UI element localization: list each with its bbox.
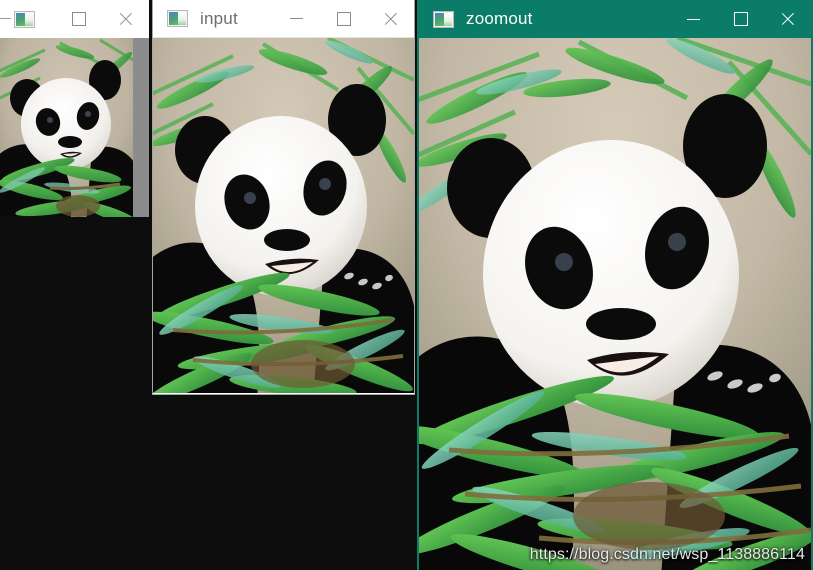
watermark-url: https://blog.csdn.net/wsp_1138886114 [529, 546, 805, 563]
image-canvas-thumbnail [0, 38, 149, 217]
maximize-icon [71, 12, 86, 26]
titlebar-thumbnail[interactable] [0, 0, 149, 38]
minimize-icon [290, 18, 303, 19]
image-canvas-input [153, 38, 414, 393]
close-button[interactable] [102, 0, 149, 38]
titlebar-zoomout[interactable]: zoomout [419, 0, 811, 38]
close-button[interactable] [764, 0, 811, 38]
image-canvas-zoomout: https://blog.csdn.net/wsp_1138886114 [419, 38, 811, 570]
panda-photo-small [0, 38, 149, 217]
maximize-icon [733, 12, 748, 26]
window-zoomout[interactable]: zoomout https://blog.csdn.net/wsp_113888… [417, 0, 813, 570]
close-button[interactable] [367, 0, 414, 37]
maximize-icon [336, 11, 351, 26]
close-icon [780, 11, 796, 27]
titlebar-buttons-input [273, 0, 414, 37]
titlebar-input[interactable]: input [153, 0, 414, 38]
minimize-button[interactable] [670, 0, 717, 38]
panda-photo-medium [153, 38, 414, 393]
window-title-zoomout: zoomout [466, 9, 533, 28]
minimize-button[interactable] [273, 0, 320, 37]
maximize-button[interactable] [320, 0, 367, 37]
window-title-input: input [200, 8, 238, 28]
window-input[interactable]: input [152, 0, 415, 395]
minimize-icon [687, 18, 700, 20]
image-app-icon [167, 10, 188, 27]
panda-photo-large [419, 38, 811, 570]
clipped-title-line [0, 18, 11, 19]
close-icon [383, 11, 399, 27]
maximize-button[interactable] [55, 0, 102, 38]
image-app-icon [14, 10, 35, 28]
maximize-button[interactable] [717, 0, 764, 38]
close-icon [118, 11, 134, 27]
image-app-icon [433, 10, 454, 28]
window-thumbnail[interactable] [0, 0, 149, 217]
titlebar-buttons-zoomout [670, 0, 811, 38]
titlebar-buttons-thumbnail [55, 0, 149, 38]
